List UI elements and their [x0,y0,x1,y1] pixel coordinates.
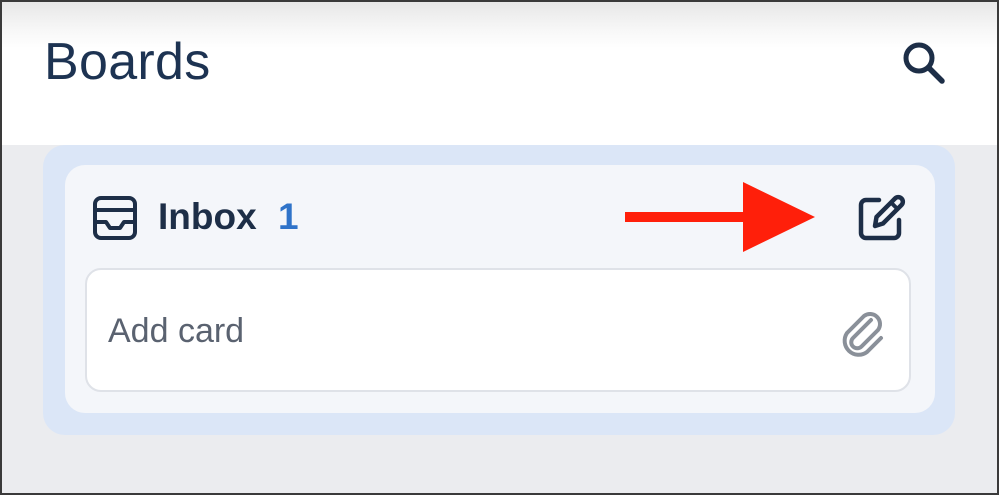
attach-button[interactable] [837,306,889,358]
paperclip-icon [842,312,883,357]
search-button[interactable] [897,36,953,92]
edit-icon [858,194,906,241]
list-title: Inbox [158,196,257,237]
inbox-icon [93,196,137,240]
app-header: Boards [0,0,999,145]
add-card-input[interactable]: Add card [85,268,911,392]
search-icon [903,42,945,84]
list-card-count: 1 [278,196,299,237]
add-card-placeholder: Add card [108,312,245,350]
edit-list-button[interactable] [855,192,911,244]
page-title: Boards [44,33,211,91]
arrow-right-icon [625,182,815,252]
